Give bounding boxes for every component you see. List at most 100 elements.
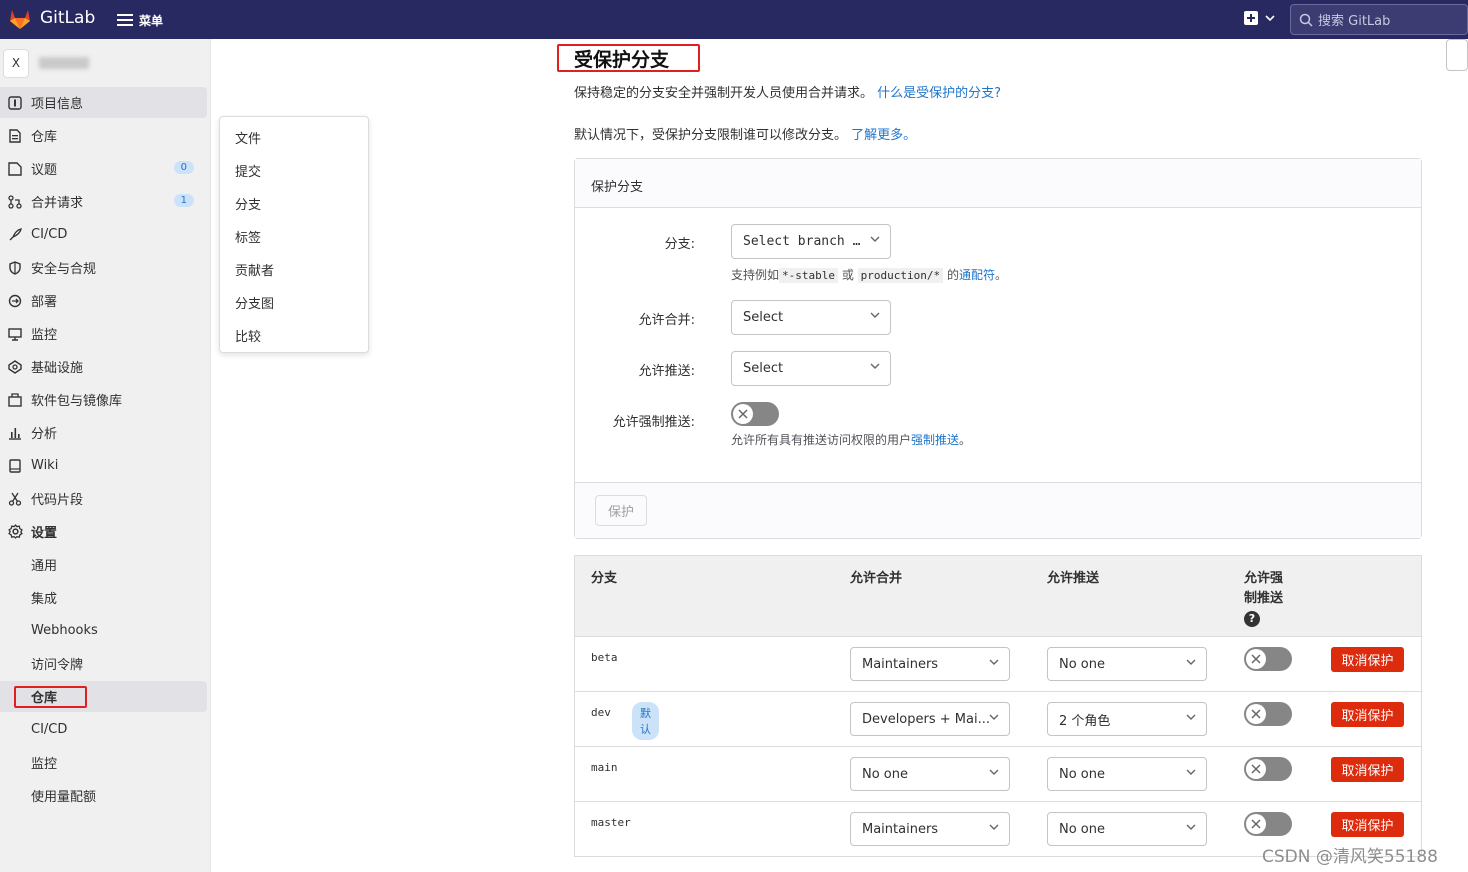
sidebar-item-monitor[interactable]: 监控	[0, 318, 207, 349]
col-header-allowed-to-push: 允许推送	[1047, 571, 1100, 586]
project-header[interactable]: X	[0, 47, 211, 81]
row-force-push-toggle[interactable]	[1244, 757, 1292, 781]
sidebar-item-deployments[interactable]: 部署	[0, 285, 207, 316]
app-name[interactable]: GitLab	[40, 8, 95, 28]
desc2-text: 默认情况下，受保护分支限制谁可以修改分支。	[574, 128, 848, 143]
table-header: 分支 允许合并 允许推送 允许强 制推送 ?	[575, 556, 1421, 637]
row-merge-dropdown[interactable]: Developers + Mai...	[850, 702, 1010, 736]
force-header-line2: 制推送	[1244, 591, 1284, 606]
wildcards-link[interactable]: 通配符	[959, 268, 995, 282]
learn-more-link[interactable]: 了解更多。	[851, 128, 916, 143]
sidebar-item-packages[interactable]: 软件包与镜像库	[0, 384, 207, 415]
allowed-to-push-dropdown[interactable]: Select	[731, 351, 891, 386]
sidebar-item-repository[interactable]: 仓库	[0, 120, 207, 151]
hint-code-production: production/*	[857, 268, 944, 283]
sidebar-item-infrastructure[interactable]: 基础设施	[0, 351, 207, 382]
sidebar-item-settings[interactable]: 设置	[0, 516, 207, 547]
chevron-down-icon	[989, 659, 999, 665]
flyout-item-compare[interactable]: 比较	[235, 326, 261, 345]
hamburger-icon	[117, 14, 133, 26]
close-icon	[1246, 759, 1266, 779]
plus-square-icon	[1244, 11, 1258, 25]
project-name-blurred[interactable]	[39, 57, 89, 69]
settings-sub-general[interactable]: 通用	[0, 549, 207, 580]
sidebar-item-label: 安全与合规	[31, 262, 97, 277]
sidebar-item-analytics[interactable]: 分析	[0, 417, 207, 448]
branch-select-dropdown[interactable]: Select branch …	[731, 224, 891, 259]
row-force-push-toggle[interactable]	[1244, 647, 1292, 671]
row-merge-value: No one	[862, 766, 909, 782]
sidebar-item-label: 分析	[31, 427, 58, 442]
force-push-link[interactable]: 强制推送	[911, 433, 959, 447]
settings-sub-monitor[interactable]: 监控	[0, 747, 207, 778]
sidebar-item-cicd[interactable]: CI/CD	[0, 219, 207, 250]
unprotect-button[interactable]: 取消保护	[1331, 647, 1404, 672]
sidebar-item-label: 代码片段	[31, 493, 84, 508]
create-new-button[interactable]	[1244, 11, 1275, 25]
row-push-dropdown[interactable]: No one	[1047, 812, 1207, 846]
default-badge: 默认	[632, 702, 659, 740]
settings-sub-webhooks[interactable]: Webhooks	[0, 615, 207, 646]
branch-select-value: Select branch …	[743, 234, 861, 249]
question-circle-icon[interactable]: ?	[1244, 611, 1260, 627]
close-icon	[1246, 704, 1266, 724]
chevron-down-icon	[1186, 714, 1196, 720]
sidebar-item-project-info[interactable]: 项目信息	[0, 87, 207, 118]
project-avatar[interactable]: X	[3, 49, 29, 78]
hint-mid: 的	[946, 268, 959, 282]
flyout-item-branches[interactable]: 分支	[235, 194, 261, 213]
allowed-to-merge-value: Select	[743, 310, 784, 325]
row-push-value: No one	[1059, 766, 1106, 782]
settings-sub-cicd[interactable]: CI/CD	[0, 714, 207, 745]
menu-button[interactable]: 菜单	[117, 10, 163, 30]
protected-branches-table: 分支 允许合并 允许推送 允许强 制推送 ? beta Maintainers …	[574, 555, 1422, 857]
sidebar-item-snippets[interactable]: 代码片段	[0, 483, 207, 514]
sidebar-item-label: 软件包与镜像库	[31, 394, 123, 409]
col-header-allow-force-push: 允许强 制推送 ?	[1244, 569, 1283, 629]
doc-icon	[7, 128, 23, 144]
monitor-icon	[7, 326, 23, 342]
protect-button[interactable]: 保护	[595, 495, 647, 526]
collapse-panel-button[interactable]	[1446, 39, 1468, 71]
allowed-to-merge-label: 允许合并:	[638, 313, 695, 328]
branch-name: beta	[591, 651, 618, 664]
row-force-push-toggle[interactable]	[1244, 702, 1292, 726]
sidebar-item-label: 部署	[31, 295, 58, 310]
row-merge-dropdown[interactable]: Maintainers	[850, 647, 1010, 681]
unprotect-button[interactable]: 取消保护	[1331, 812, 1404, 837]
page-description-2: 默认情况下，受保护分支限制谁可以修改分支。 了解更多。	[574, 124, 916, 143]
flyout-item-tags[interactable]: 标签	[235, 227, 261, 246]
sidebar-item-wiki[interactable]: Wiki	[0, 450, 207, 481]
chevron-down-icon	[989, 769, 999, 775]
row-merge-value: Developers + Mai...	[862, 711, 990, 727]
sidebar-item-security[interactable]: 安全与合规	[0, 252, 207, 283]
allow-force-push-label: 允许强制推送:	[612, 415, 695, 430]
gitlab-logo-icon[interactable]	[8, 8, 32, 30]
flyout-item-files[interactable]: 文件	[235, 128, 261, 147]
package-icon	[7, 392, 23, 408]
close-icon	[733, 404, 753, 424]
row-force-push-toggle[interactable]	[1244, 812, 1292, 836]
row-push-dropdown[interactable]: No one	[1047, 647, 1207, 681]
chevron-down-icon	[870, 236, 880, 242]
row-push-dropdown[interactable]: No one	[1047, 757, 1207, 791]
force-push-toggle[interactable]	[731, 402, 779, 426]
settings-sub-access-tokens[interactable]: 访问令牌	[0, 648, 207, 679]
sidebar-item-issues[interactable]: 议题 0	[0, 153, 207, 184]
chart-icon	[7, 425, 23, 441]
search-input[interactable]: 搜索 GitLab	[1290, 4, 1468, 35]
repository-flyout-menu: 文件 提交 分支 标签 贡献者 分支图 比较	[219, 116, 369, 353]
flyout-item-graph[interactable]: 分支图	[235, 293, 274, 312]
row-merge-dropdown[interactable]: No one	[850, 757, 1010, 791]
what-are-protected-branches-link[interactable]: 什么是受保护的分支?	[877, 86, 1001, 101]
flyout-item-contributors[interactable]: 贡献者	[235, 260, 274, 279]
allowed-to-merge-dropdown[interactable]: Select	[731, 300, 891, 335]
sidebar-item-merge-requests[interactable]: 合并请求 1	[0, 186, 207, 217]
unprotect-button[interactable]: 取消保护	[1331, 702, 1404, 727]
row-push-dropdown[interactable]: 2 个角色	[1047, 702, 1207, 736]
flyout-item-commits[interactable]: 提交	[235, 161, 261, 180]
unprotect-button[interactable]: 取消保护	[1331, 757, 1404, 782]
row-merge-dropdown[interactable]: Maintainers	[850, 812, 1010, 846]
settings-sub-integrations[interactable]: 集成	[0, 582, 207, 613]
settings-sub-usage-quotas[interactable]: 使用量配额	[0, 780, 207, 811]
